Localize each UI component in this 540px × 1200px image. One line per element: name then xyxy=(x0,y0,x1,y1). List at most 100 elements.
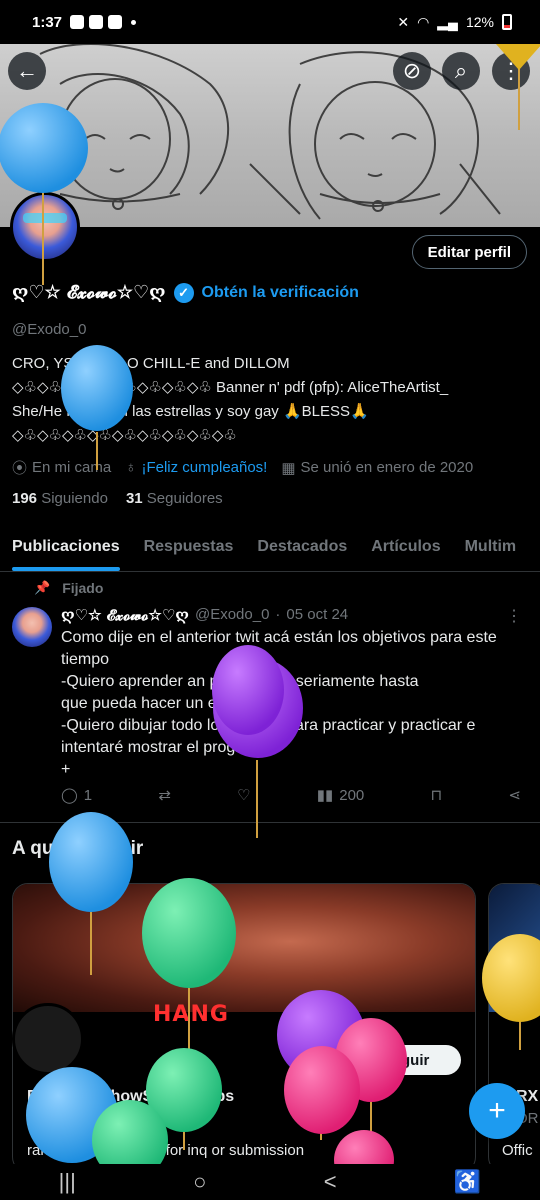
section-divider xyxy=(0,822,540,823)
tweet-date[interactable]: 05 oct 24 xyxy=(286,606,348,624)
verified-badge-icon[interactable]: ✓ xyxy=(173,282,194,303)
suggestion-handle: @corporat xyxy=(27,1110,98,1127)
hide-banner-button[interactable]: ⊘ xyxy=(393,52,431,90)
compose-post-button[interactable]: + xyxy=(469,1083,525,1139)
retweet-button[interactable]: ⇄ xyxy=(158,786,171,804)
more-vertical-icon: ⋮ xyxy=(500,58,522,83)
accessibility-icon[interactable]: ♿ xyxy=(454,1169,481,1195)
clock: 1:37 xyxy=(32,13,63,31)
arrow-left-icon: ← xyxy=(16,58,38,83)
tweet-more-icon[interactable]: ⋮ xyxy=(506,606,522,626)
tweet-line: + xyxy=(61,761,71,778)
youtube-icon xyxy=(89,15,104,29)
follow-stats: 196 Siguiendo 31 Seguidores xyxy=(12,490,223,507)
banner-caption: HANG xyxy=(153,1002,229,1027)
battery-level: 12% xyxy=(465,14,494,30)
tab-highlights[interactable]: Destacados xyxy=(245,530,359,571)
status-bar: 1:37 ✕ ◠ ▂▄ 12% xyxy=(0,0,540,44)
mute-icon: ✕ xyxy=(397,13,410,30)
share-button[interactable]: ⋖ xyxy=(508,786,521,804)
tab-replies[interactable]: Respuestas xyxy=(132,530,246,571)
profile-meta: ⦿ En mi cama ♁ ¡Feliz cumpleaños! ▦ Se u… xyxy=(12,457,473,478)
profile-handle: @Exodo_0 xyxy=(12,321,87,338)
views-button[interactable]: ▮▮ 200 xyxy=(316,786,365,805)
system-status: ✕ ◠ ▂▄ 12% xyxy=(397,14,512,31)
bio-line: ◇♧◇♧◇♧◇♧◇♧◇♧◇♧◇♧◇♧ xyxy=(12,427,237,444)
tweet-avatar[interactable] xyxy=(12,607,52,647)
tab-media[interactable]: Multim xyxy=(453,530,529,571)
back-button[interactable]: ← xyxy=(8,52,46,90)
location-pin-icon: ⦿ xyxy=(12,460,28,477)
tweet-line: tiempo xyxy=(61,651,110,668)
suggestion-avatar[interactable] xyxy=(12,1003,84,1075)
tweet-actions: ◯ 1 ⇄ ♡ ▮▮ 200 ⊓ ⋖ xyxy=(61,786,521,805)
location: ⦿ En mi cama xyxy=(12,457,111,478)
tweet-line: -Quiero aprender an perspectiva seriamen… xyxy=(61,673,419,690)
bio-line: CRO, YSY, PABLO CHILL-E and DILLOM xyxy=(12,355,290,372)
notification-icons xyxy=(70,15,137,29)
battery-icon xyxy=(502,14,512,30)
bio-line: ◇♧◇♧◇♧◇♧◇♧◇♧◇♧◇♧ Banner n' pdf (pfp): Al… xyxy=(12,379,449,396)
like-button[interactable]: ♡ xyxy=(237,786,250,804)
following-count: 196 xyxy=(12,490,38,507)
calendar-icon: ▦ xyxy=(281,459,296,477)
eye-off-icon: ⊘ xyxy=(402,58,422,83)
tweet-text[interactable]: Como dije en el anterior twit acá están … xyxy=(61,627,531,781)
retweet-icon: ⇄ xyxy=(158,787,171,804)
edit-profile-button[interactable]: Editar perfil xyxy=(411,235,527,269)
suggestion-name[interactable]: Random IShowSpeed Clips xyxy=(27,1088,234,1106)
back-nav-button[interactable]: < xyxy=(324,1169,337,1195)
tab-posts[interactable]: Publicaciones xyxy=(0,530,132,571)
view-count: 200 xyxy=(339,786,365,804)
tweet-separator: · xyxy=(275,606,281,623)
reply-button[interactable]: ◯ 1 xyxy=(61,786,93,805)
suggestion-description: random d clips || dm for inq or submissi… xyxy=(27,1142,305,1159)
profile-name-row: ღ♡☆ 𝓔𝔁𝓸𝔀𝓸☆♡ღ ✓ Obtén la verificación xyxy=(12,282,359,303)
tweet-author-handle: @Exodo_0 xyxy=(194,606,270,623)
heart-icon: ♡ xyxy=(237,787,251,804)
tweet-line: Como dije en el anterior twit acá están … xyxy=(61,629,497,646)
balloon-icon: ♁ xyxy=(125,459,137,476)
tab-articles[interactable]: Artículos xyxy=(359,530,452,571)
follow-button[interactable]: Seguir xyxy=(351,1045,461,1075)
birthday-text[interactable]: ¡Feliz cumpleaños! xyxy=(141,459,267,476)
tweet-line: que pueda hacer un ecente xyxy=(61,695,256,712)
display-name: ღ♡☆ 𝓔𝔁𝓸𝔀𝓸☆♡ღ xyxy=(12,282,166,303)
signal-icon: ▂▄ xyxy=(437,13,458,30)
pinned-label: Fijado xyxy=(62,580,104,596)
joined-text: Se unió en enero de 2020 xyxy=(300,459,474,476)
wifi-icon: ◠ xyxy=(417,13,430,30)
views-icon: ▮▮ xyxy=(316,787,334,804)
following-link[interactable]: 196 Siguiendo xyxy=(12,490,108,507)
suggestion-banner: HANG xyxy=(13,884,475,1027)
recents-button[interactable]: ||| xyxy=(59,1169,76,1195)
reply-count: 1 xyxy=(83,786,93,804)
followers-label: Seguidores xyxy=(146,490,223,507)
pinned-indicator: 📌 Fijado xyxy=(34,580,103,596)
search-icon: ⌕ xyxy=(454,58,468,83)
following-label: Siguiendo xyxy=(41,490,108,507)
pin-icon: 📌 xyxy=(34,580,51,595)
tweet-author-name[interactable]: ღ♡☆ 𝓔𝔁𝓸𝔀𝓸☆♡ღ xyxy=(61,606,189,624)
followers-count: 31 xyxy=(125,490,143,507)
suggestion-banner-2 xyxy=(489,884,540,1012)
profile-avatar[interactable] xyxy=(10,192,80,262)
who-to-follow-title: A quién seguir xyxy=(12,838,144,859)
bio-line: She/He M gustan las estrellas y soy gay … xyxy=(12,403,369,420)
alert-icon xyxy=(70,15,85,29)
bookmark-button[interactable]: ⊓ xyxy=(430,786,442,804)
tweet-line: intentaré mostrar el progreso xyxy=(61,739,267,756)
home-button[interactable]: ○ xyxy=(193,1169,206,1195)
reply-icon: ◯ xyxy=(61,787,78,804)
search-button[interactable]: ⌕ xyxy=(442,52,480,90)
system-nav-bar: ||| ○ < ♿ xyxy=(0,1164,540,1200)
app-icon xyxy=(108,15,123,29)
get-verified-link[interactable]: Obtén la verificación xyxy=(202,284,359,302)
tweet-line: -Quiero dibujar todo lo e pueda para pra… xyxy=(61,717,476,734)
profile-tabs: Publicaciones Respuestas Destacados Artí… xyxy=(0,530,540,572)
more-notifications-icon xyxy=(131,19,137,25)
bookmark-icon: ⊓ xyxy=(430,787,443,804)
profile-bio: CRO, YSY, PABLO CHILL-E and DILLOM ◇♧◇♧◇… xyxy=(12,352,532,448)
more-options-button[interactable]: ⋮ xyxy=(492,52,530,90)
followers-link[interactable]: 31 Seguidores xyxy=(126,490,223,507)
